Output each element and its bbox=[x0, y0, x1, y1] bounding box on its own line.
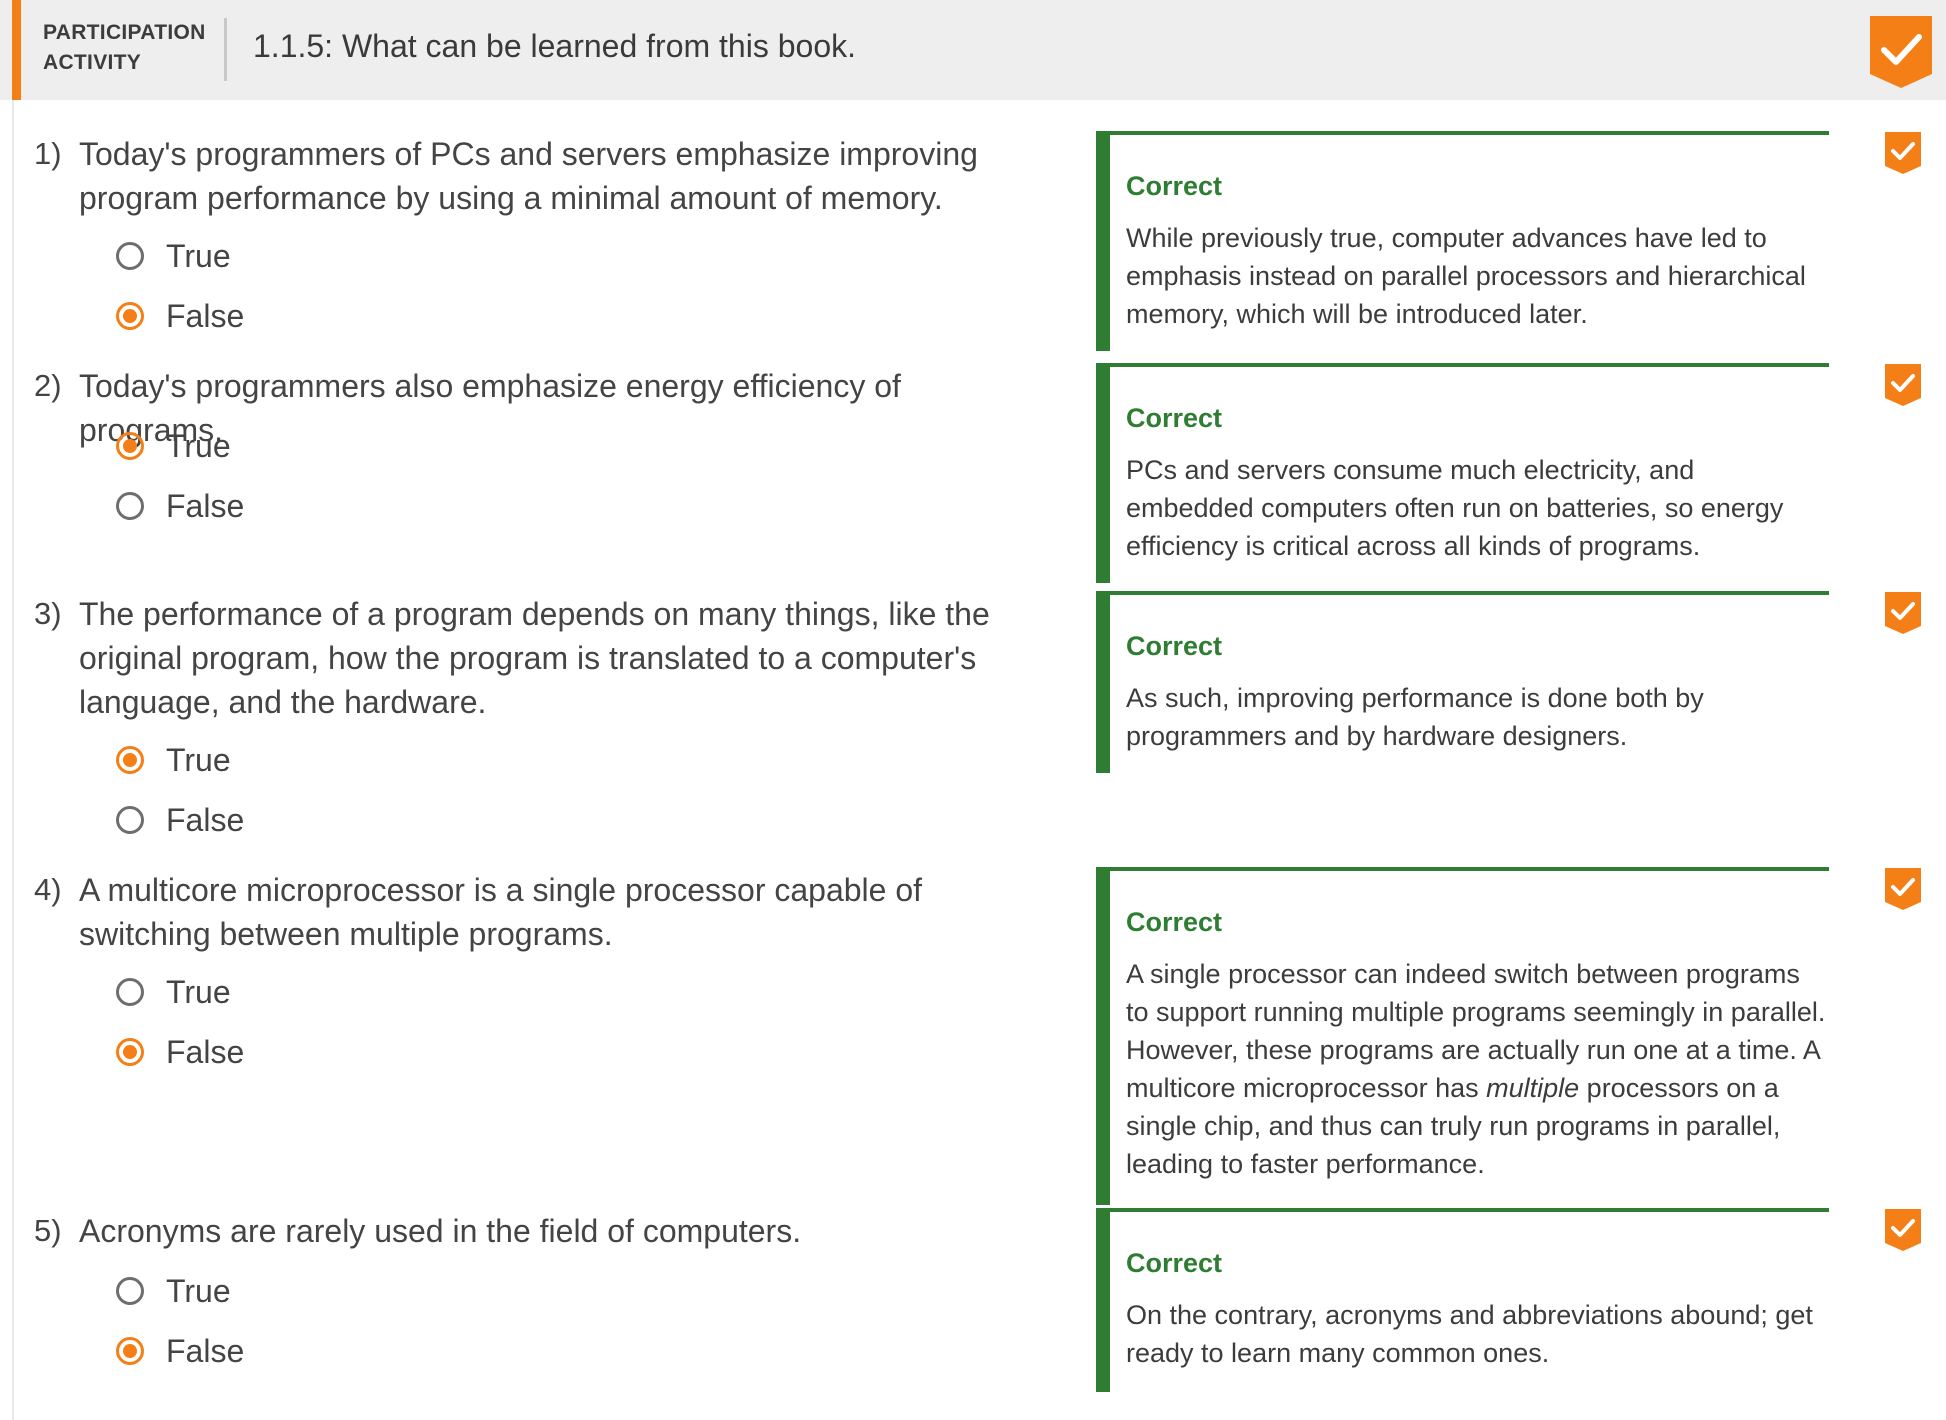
question-number: 1) bbox=[34, 136, 62, 171]
feedback-status: Correct bbox=[1126, 1248, 1223, 1278]
radio-selected-icon[interactable] bbox=[116, 1337, 144, 1365]
feedback-text-emphasis: multiple bbox=[1486, 1073, 1580, 1103]
option-label: False bbox=[166, 297, 245, 334]
option-false[interactable]: False bbox=[116, 1329, 244, 1373]
option-label: True bbox=[166, 237, 231, 274]
activity-type-line1: PARTICIPATION bbox=[43, 21, 206, 44]
header-divider bbox=[224, 18, 227, 81]
header-accent-bar bbox=[12, 0, 21, 100]
question-number: 4) bbox=[34, 872, 62, 907]
feedback-explanation: PCs and servers consume much electricity… bbox=[1126, 455, 1784, 561]
radio-unselected-icon[interactable] bbox=[116, 978, 144, 1006]
option-label: True bbox=[166, 741, 231, 778]
feedback-status: Correct bbox=[1126, 171, 1223, 201]
feedback-explanation: On the contrary, acronyms and abbreviati… bbox=[1126, 1300, 1813, 1368]
option-false[interactable]: False bbox=[116, 798, 244, 842]
question-number: 2) bbox=[34, 368, 62, 403]
feedback-explanation: A single processor can indeed switch bet… bbox=[1126, 955, 1826, 1183]
radio-unselected-icon[interactable] bbox=[116, 1277, 144, 1305]
option-false[interactable]: False bbox=[116, 294, 244, 338]
question-number: 3) bbox=[34, 596, 62, 631]
radio-unselected-icon[interactable] bbox=[116, 242, 144, 270]
option-label: True bbox=[166, 1272, 231, 1309]
radio-unselected-icon[interactable] bbox=[116, 492, 144, 520]
option-true[interactable]: True bbox=[116, 234, 231, 278]
activity-type-line2: ACTIVITY bbox=[43, 51, 142, 74]
option-false[interactable]: False bbox=[116, 484, 244, 528]
radio-selected-icon[interactable] bbox=[116, 746, 144, 774]
radio-selected-icon[interactable] bbox=[116, 432, 144, 460]
question-text: Acronyms are rarely used in the field of… bbox=[79, 1213, 802, 1249]
feedback-explanation: While previously true, computer advances… bbox=[1126, 223, 1806, 329]
activity-header: PARTICIPATION ACTIVITY 1.1.5: What can b… bbox=[0, 0, 1946, 100]
question-text: A multicore microprocessor is a single p… bbox=[79, 872, 923, 952]
feedback-panel-5: Correct On the contrary, acronyms and ab… bbox=[1096, 1208, 1829, 1392]
question-number: 5) bbox=[34, 1213, 62, 1248]
option-label: True bbox=[166, 973, 231, 1010]
option-label: False bbox=[166, 801, 245, 838]
activity-type-label: PARTICIPATION ACTIVITY bbox=[43, 18, 206, 78]
feedback-panel-3: Correct As such, improving performance i… bbox=[1096, 591, 1829, 773]
option-true[interactable]: True bbox=[116, 738, 231, 782]
option-label: False bbox=[166, 1332, 245, 1369]
check-badge-icon bbox=[1885, 364, 1921, 406]
option-true[interactable]: True bbox=[116, 1269, 231, 1313]
participation-activity: PARTICIPATION ACTIVITY 1.1.5: What can b… bbox=[0, 0, 1946, 1420]
left-border bbox=[12, 0, 14, 1420]
radio-selected-icon[interactable] bbox=[116, 1038, 144, 1066]
option-false[interactable]: False bbox=[116, 1030, 244, 1074]
feedback-explanation: As such, improving performance is done b… bbox=[1126, 683, 1704, 751]
feedback-panel-2: Correct PCs and servers consume much ele… bbox=[1096, 363, 1829, 583]
option-true[interactable]: True bbox=[116, 970, 231, 1014]
feedback-panel-1: Correct While previously true, computer … bbox=[1096, 131, 1829, 351]
activity-complete-check-icon bbox=[1870, 16, 1932, 88]
question-text: The performance of a program depends on … bbox=[79, 596, 990, 720]
check-badge-icon bbox=[1885, 868, 1921, 910]
activity-title: 1.1.5: What can be learned from this boo… bbox=[253, 28, 856, 64]
feedback-status: Correct bbox=[1126, 631, 1223, 661]
radio-selected-icon[interactable] bbox=[116, 302, 144, 330]
radio-unselected-icon[interactable] bbox=[116, 806, 144, 834]
check-badge-icon bbox=[1885, 592, 1921, 634]
feedback-panel-4: Correct A single processor can indeed sw… bbox=[1096, 867, 1829, 1205]
check-badge-icon bbox=[1885, 1209, 1921, 1251]
option-label: True bbox=[166, 427, 231, 464]
feedback-status: Correct bbox=[1126, 403, 1223, 433]
option-true[interactable]: True bbox=[116, 424, 231, 468]
option-label: False bbox=[166, 487, 245, 524]
option-label: False bbox=[166, 1033, 245, 1070]
question-text: Today's programmers of PCs and servers e… bbox=[79, 136, 978, 216]
feedback-status: Correct bbox=[1126, 907, 1223, 937]
check-badge-icon bbox=[1885, 132, 1921, 174]
